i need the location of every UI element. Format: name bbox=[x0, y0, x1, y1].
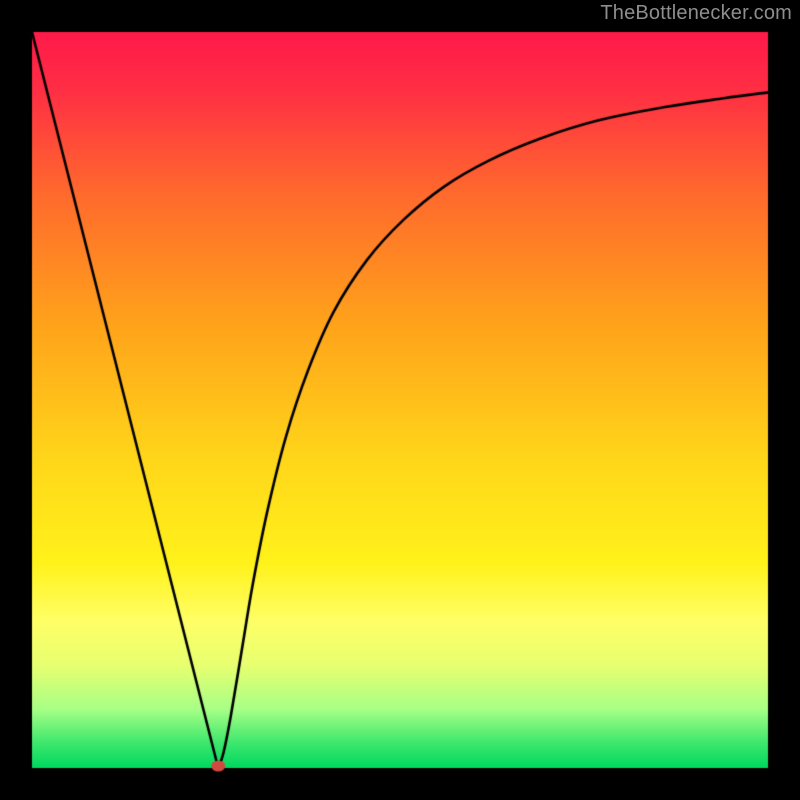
bottleneck-chart-canvas bbox=[0, 0, 800, 800]
chart-container: TheBottlenecker.com bbox=[0, 0, 800, 800]
